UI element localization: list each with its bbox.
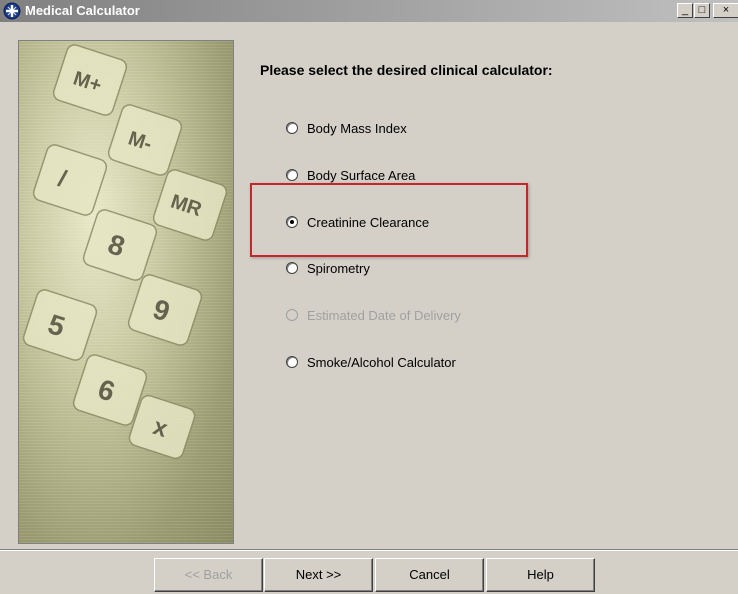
option-label: Smoke/Alcohol Calculator	[307, 354, 456, 370]
option-label: Estimated Date of Delivery	[307, 307, 461, 323]
prompt-text: Please select the desired clinical calcu…	[260, 62, 553, 78]
option-label: Body Surface Area	[307, 167, 416, 183]
option-label: Body Mass Index	[307, 120, 407, 136]
radio-button-disabled	[286, 309, 298, 321]
option-estimated-date-of-delivery: Estimated Date of Delivery	[286, 305, 461, 325]
option-smoke-alcohol-calculator[interactable]: Smoke/Alcohol Calculator	[286, 352, 456, 372]
back-button[interactable]: << Back	[154, 558, 263, 592]
help-button[interactable]: Help	[486, 558, 595, 592]
button-bar-separator	[0, 549, 738, 551]
cancel-button[interactable]: Cancel	[375, 558, 484, 592]
option-label: Spirometry	[307, 260, 370, 276]
maximize-button[interactable]: □	[694, 3, 710, 18]
close-button[interactable]: ×	[713, 3, 738, 18]
calculator-keypad-image: M+ M- MR / 8 9 5 6 x	[18, 40, 234, 544]
medical-calculator-window: Medical Calculator _ □ × M+ M- MR / 8 9 …	[0, 0, 738, 594]
window-title: Medical Calculator	[25, 3, 140, 18]
minimize-button[interactable]: _	[677, 3, 693, 18]
radio-button[interactable]	[286, 356, 298, 368]
radio-button[interactable]	[286, 122, 298, 134]
radio-button[interactable]	[286, 169, 298, 181]
option-spirometry[interactable]: Spirometry	[286, 258, 370, 278]
option-body-mass-index[interactable]: Body Mass Index	[286, 118, 407, 138]
title-bar[interactable]: Medical Calculator _ □ ×	[0, 0, 738, 22]
selection-highlight-box	[250, 183, 528, 257]
next-button[interactable]: Next >>	[264, 558, 373, 592]
option-body-surface-area[interactable]: Body Surface Area	[286, 165, 415, 185]
app-globe-icon	[3, 2, 21, 20]
radio-button[interactable]	[286, 262, 298, 274]
